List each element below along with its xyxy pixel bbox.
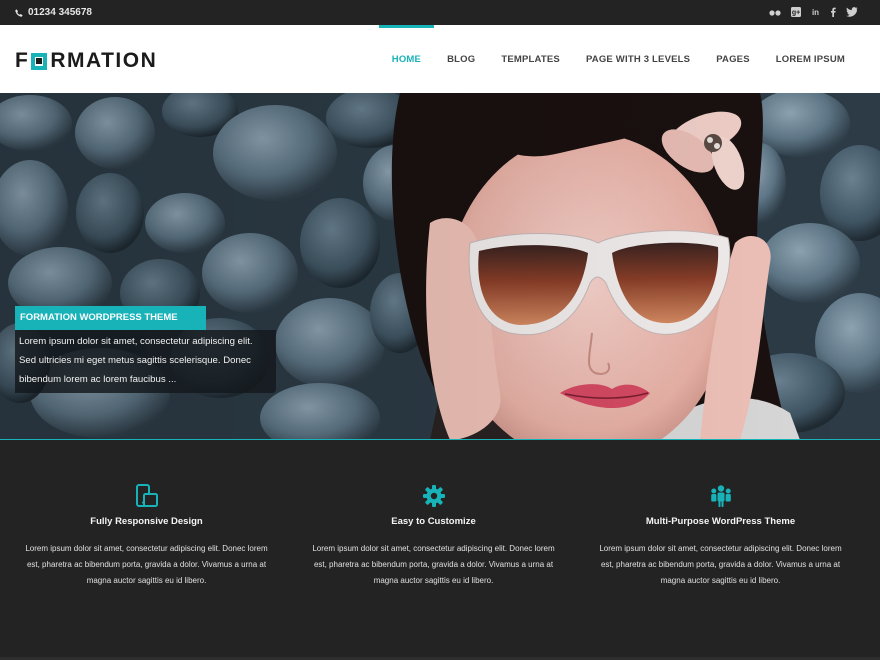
feature-text: Lorem ipsum dolor sit amet, consectetur … bbox=[312, 544, 555, 585]
feature-customize: Easy to Customize Lorem ipsum dolor sit … bbox=[287, 440, 580, 589]
features-section: Fully Responsive Design Lorem ipsum dolo… bbox=[0, 440, 880, 660]
nav-item-templates[interactable]: TEMPLATES bbox=[488, 25, 573, 93]
hero-caption-title[interactable]: FORMATION WORDPRESS THEME bbox=[15, 306, 206, 330]
svg-text:in: in bbox=[812, 8, 819, 16]
nav-item-page-with-3-levels[interactable]: PAGE WITH 3 LEVELS bbox=[573, 25, 703, 93]
gear-icon bbox=[421, 483, 447, 509]
nav-item-pages[interactable]: PAGES bbox=[703, 25, 763, 93]
nav-item-blog[interactable]: BLOG bbox=[434, 25, 488, 93]
site-logo[interactable]: F RMATION bbox=[15, 49, 158, 72]
social-links: g+ in bbox=[769, 0, 858, 25]
top-bar: 01234 345678 g+ in bbox=[0, 0, 880, 25]
nav-item-home[interactable]: HOME bbox=[378, 25, 435, 93]
twitter-icon[interactable] bbox=[846, 6, 858, 19]
site-header: F RMATION HOME BLOG TEMPLATES PAGE WITH … bbox=[0, 25, 880, 93]
feature-title: Multi-Purpose WordPress Theme bbox=[645, 516, 796, 527]
hero-slider[interactable]: FORMATION WORDPRESS THEME Lorem ipsum do… bbox=[0, 93, 880, 440]
feature-multipurpose: Multi-Purpose WordPress Theme Lorem ipsu… bbox=[574, 440, 867, 589]
phone-contact[interactable]: 01234 345678 bbox=[15, 0, 92, 25]
phone-number: 01234 345678 bbox=[28, 7, 92, 18]
facebook-icon[interactable] bbox=[830, 7, 836, 19]
feature-responsive: Fully Responsive Design Lorem ipsum dolo… bbox=[0, 440, 293, 589]
hero-caption-text: Lorem ipsum dolor sit amet, consectetur … bbox=[15, 330, 276, 393]
feature-text: Lorem ipsum dolor sit amet, consectetur … bbox=[25, 544, 268, 585]
main-nav: HOME BLOG TEMPLATES PAGE WITH 3 LEVELS P… bbox=[378, 25, 880, 93]
feature-title: Fully Responsive Design bbox=[90, 516, 203, 527]
linkedin-icon[interactable]: in bbox=[811, 7, 820, 18]
logo-letter-f: F bbox=[15, 49, 30, 72]
mobile-tablet-icon bbox=[134, 483, 160, 509]
logo-wordmark: RMATION bbox=[50, 49, 158, 72]
flickr-icon[interactable] bbox=[769, 8, 781, 18]
feature-title: Easy to Customize bbox=[391, 516, 476, 527]
logo-mark-icon bbox=[31, 52, 48, 70]
phone-icon bbox=[15, 8, 23, 17]
feature-text: Lorem ipsum dolor sit amet, consectetur … bbox=[599, 544, 842, 585]
nav-item-lorem-ipsum[interactable]: LOREM IPSUM bbox=[763, 25, 880, 93]
users-icon bbox=[708, 483, 734, 509]
google-plus-icon[interactable]: g+ bbox=[791, 6, 801, 19]
svg-text:g+: g+ bbox=[792, 9, 800, 16]
